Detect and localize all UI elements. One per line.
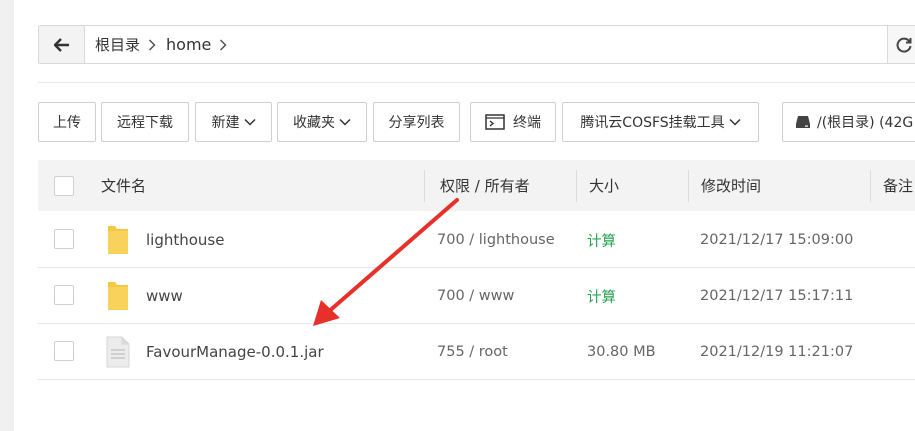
annotation-arrow xyxy=(313,198,459,326)
